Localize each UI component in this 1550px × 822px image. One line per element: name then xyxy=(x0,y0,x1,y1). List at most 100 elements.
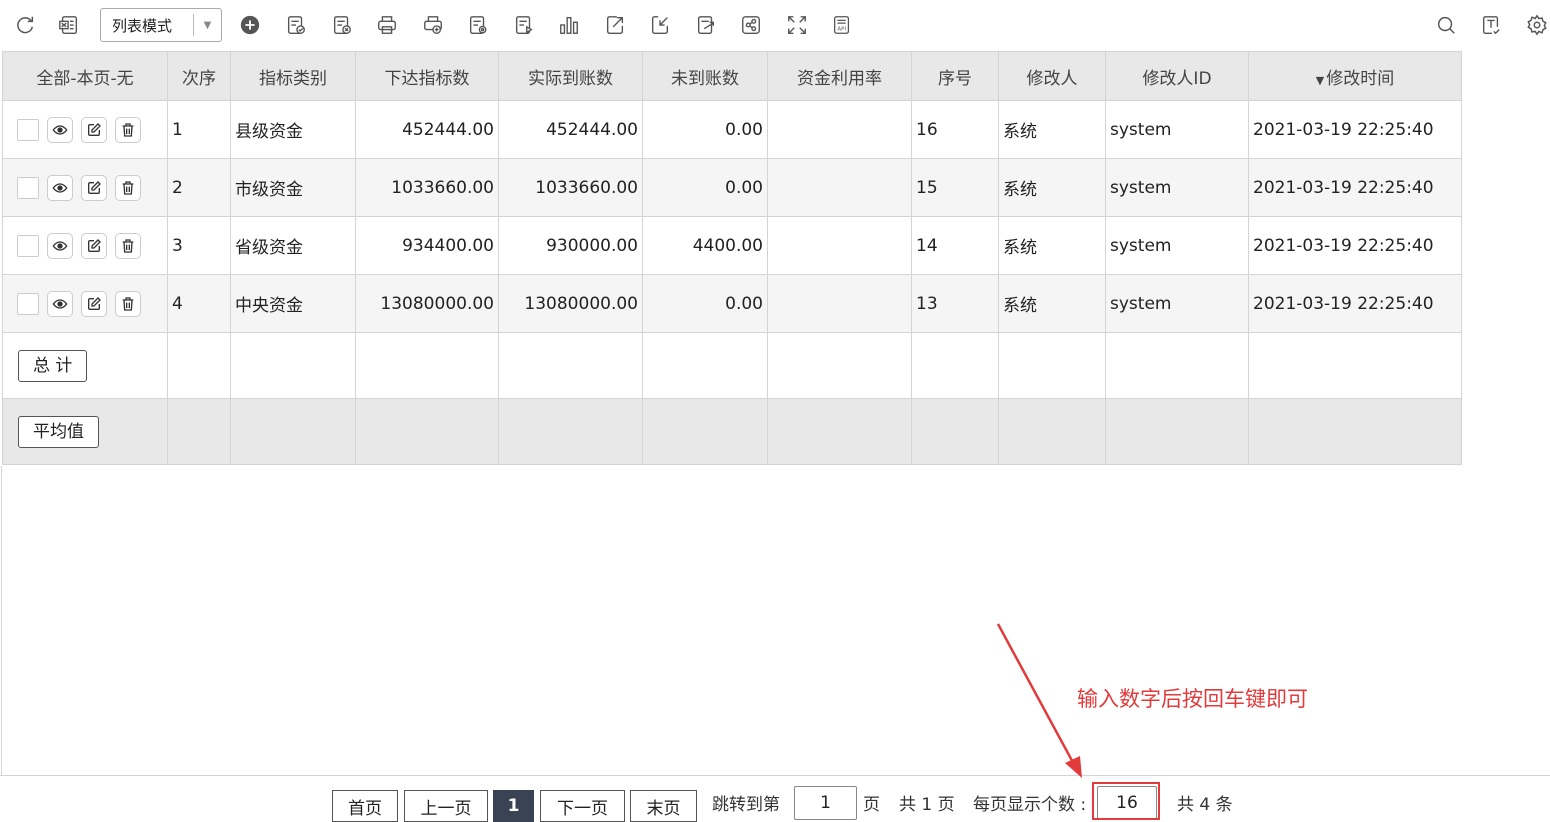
view-icon[interactable] xyxy=(47,174,73,201)
row-checkbox[interactable] xyxy=(17,292,39,315)
cell-seq: 13 xyxy=(911,274,999,333)
cell-order: 3 xyxy=(167,216,231,275)
view-mode-select[interactable]: 列表模式 ▼ xyxy=(100,8,222,42)
delete-icon[interactable] xyxy=(115,174,141,201)
text-template-icon[interactable] xyxy=(1478,11,1504,39)
cell-modifier-id: system xyxy=(1105,216,1249,275)
total-row: 总 计 xyxy=(2,332,1462,399)
average-button[interactable]: 平均值 xyxy=(18,415,99,448)
header-modifier[interactable]: 修改人 xyxy=(998,51,1106,101)
edit-icon[interactable] xyxy=(81,232,107,259)
cell-modifier: 系统 xyxy=(998,274,1106,333)
toolbar: 列表模式 ▼ API xyxy=(0,0,1550,50)
print-settings-icon[interactable] xyxy=(465,11,491,39)
header-modified-time-label: 修改时间 xyxy=(1326,68,1395,89)
next-page-button[interactable]: 下一页 xyxy=(540,790,625,822)
publish-icon[interactable] xyxy=(511,11,537,39)
approve-icon[interactable] xyxy=(283,11,309,39)
chart-icon[interactable] xyxy=(556,11,582,39)
edit-icon[interactable] xyxy=(81,116,107,143)
annotation-text: 输入数字后按回车键即可 xyxy=(1077,687,1308,711)
cell-modified-time: 2021-03-19 22:25:40 xyxy=(1248,158,1462,217)
search-icon[interactable] xyxy=(1433,11,1459,39)
cell-seq: 14 xyxy=(911,216,999,275)
view-icon[interactable] xyxy=(47,290,73,317)
fullscreen-icon[interactable] xyxy=(784,11,810,39)
cell-issued: 13080000.00 xyxy=(355,274,499,333)
average-row: 平均值 xyxy=(2,398,1462,465)
cell-order: 1 xyxy=(167,100,231,159)
reject-icon[interactable] xyxy=(329,11,355,39)
cell-issued: 1033660.00 xyxy=(355,158,499,217)
header-received[interactable]: 实际到账数 xyxy=(498,51,643,101)
cell-received: 452444.00 xyxy=(498,100,643,159)
header-pending[interactable]: 未到账数 xyxy=(642,51,768,101)
page-number-button[interactable]: 1 xyxy=(493,790,534,822)
view-icon[interactable] xyxy=(47,116,73,143)
print-add-icon[interactable] xyxy=(420,11,446,39)
cell-modifier-id: system xyxy=(1105,158,1249,217)
add-icon[interactable] xyxy=(237,11,263,39)
view-icon[interactable] xyxy=(47,232,73,259)
total-pages-label: 共 1 页 xyxy=(899,795,955,815)
content-border xyxy=(1,466,2,776)
first-page-button[interactable]: 首页 xyxy=(332,790,398,822)
prev-page-button[interactable]: 上一页 xyxy=(404,790,488,822)
cell-received: 930000.00 xyxy=(498,216,643,275)
cell-category: 市级资金 xyxy=(230,158,356,217)
table-row: 4 中央资金 13080000.00 13080000.00 0.00 13 系… xyxy=(2,274,1462,333)
page-size-highlight xyxy=(1092,782,1160,820)
print-icon[interactable] xyxy=(374,11,400,39)
cell-seq: 15 xyxy=(911,158,999,217)
cell-modified-time: 2021-03-19 22:25:40 xyxy=(1248,216,1462,275)
header-order[interactable]: 次序 xyxy=(167,51,231,101)
refresh-icon[interactable] xyxy=(12,11,38,39)
cell-pending: 0.00 xyxy=(642,274,768,333)
export-icon[interactable] xyxy=(693,11,719,39)
delete-icon[interactable] xyxy=(115,290,141,317)
row-checkbox[interactable] xyxy=(17,118,39,141)
chevron-down-icon[interactable]: ▼ xyxy=(193,14,221,36)
import-icon[interactable] xyxy=(647,11,673,39)
cell-issued: 452444.00 xyxy=(355,100,499,159)
sort-desc-icon[interactable]: ▼ xyxy=(1316,74,1324,87)
api-icon[interactable]: API xyxy=(829,11,855,39)
total-records-label: 共 4 条 xyxy=(1177,795,1233,815)
jump-page-input[interactable]: 1 xyxy=(794,786,857,820)
row-checkbox[interactable] xyxy=(17,176,39,199)
table-row: 3 省级资金 934400.00 930000.00 4400.00 14 系统… xyxy=(2,216,1462,275)
delete-icon[interactable] xyxy=(115,116,141,143)
svg-text:API: API xyxy=(837,27,846,33)
cell-modifier-id: system xyxy=(1105,274,1249,333)
header-modified-time[interactable]: ▼ 修改时间 xyxy=(1248,51,1462,101)
cell-category: 县级资金 xyxy=(230,100,356,159)
export-excel-icon[interactable] xyxy=(56,11,82,39)
delete-icon[interactable] xyxy=(115,232,141,259)
cell-modifier: 系统 xyxy=(998,216,1106,275)
cell-modifier-id: system xyxy=(1105,100,1249,159)
header-modifier-id[interactable]: 修改人ID xyxy=(1105,51,1249,101)
header-seq[interactable]: 序号 xyxy=(911,51,999,101)
table-header-row: 全部-本页-无 次序 指标类别 下达指标数 实际到账数 未到账数 资金利用率 序… xyxy=(2,51,1462,101)
share-icon[interactable] xyxy=(738,11,764,39)
edit-icon[interactable] xyxy=(81,290,107,317)
settings-icon[interactable] xyxy=(1524,11,1550,39)
total-button[interactable]: 总 计 xyxy=(18,349,88,382)
last-page-button[interactable]: 末页 xyxy=(630,790,697,822)
cell-utilization xyxy=(767,158,912,217)
row-checkbox[interactable] xyxy=(17,234,39,257)
cell-category: 中央资金 xyxy=(230,274,356,333)
cell-category: 省级资金 xyxy=(230,216,356,275)
cell-utilization xyxy=(767,216,912,275)
header-select-all[interactable]: 全部-本页-无 xyxy=(2,51,168,101)
cell-pending: 4400.00 xyxy=(642,216,768,275)
cell-modifier: 系统 xyxy=(998,158,1106,217)
cell-utilization xyxy=(767,100,912,159)
cell-issued: 934400.00 xyxy=(355,216,499,275)
edit-icon[interactable] xyxy=(81,174,107,201)
header-utilization[interactable]: 资金利用率 xyxy=(767,51,912,101)
cell-pending: 0.00 xyxy=(642,158,768,217)
share-out-icon[interactable] xyxy=(602,11,628,39)
header-category[interactable]: 指标类别 xyxy=(230,51,356,101)
header-issued[interactable]: 下达指标数 xyxy=(355,51,499,101)
